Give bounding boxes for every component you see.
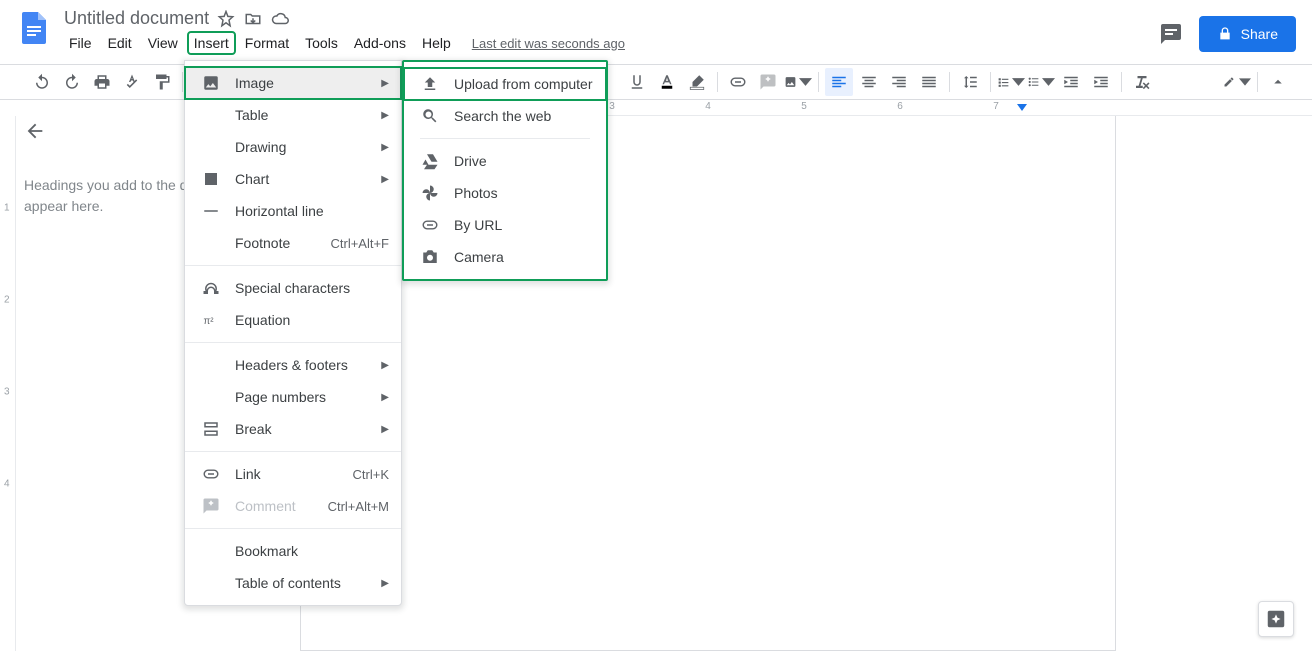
search-icon <box>420 107 440 125</box>
cloud-status-icon[interactable] <box>271 10 289 28</box>
share-label: Share <box>1241 26 1278 42</box>
insert-comment: Comment Ctrl+Alt+M <box>185 490 401 522</box>
paint-format-button[interactable] <box>148 68 176 96</box>
undo-button[interactable] <box>28 68 56 96</box>
menubar: File Edit View Insert Format Tools Add-o… <box>60 31 1157 55</box>
add-comment-button[interactable] <box>754 68 782 96</box>
image-by-url[interactable]: By URL <box>404 209 606 241</box>
submenu-arrow-icon: ▶ <box>381 578 389 589</box>
vertical-ruler[interactable]: 1 2 3 4 <box>0 116 16 651</box>
image-search-web[interactable]: Search the web <box>404 100 606 132</box>
insert-link[interactable]: Link Ctrl+K <box>185 458 401 490</box>
insert-headers-footers[interactable]: Headers & footers▶ <box>185 349 401 381</box>
camera-icon <box>420 248 440 266</box>
link-icon <box>420 216 440 234</box>
line-spacing-button[interactable] <box>956 68 984 96</box>
align-right-button[interactable] <box>885 68 913 96</box>
insert-bookmark[interactable]: Bookmark <box>185 535 401 567</box>
submenu-arrow-icon: ▶ <box>381 142 389 153</box>
explore-button[interactable] <box>1258 601 1294 637</box>
align-justify-button[interactable] <box>915 68 943 96</box>
insert-footnote[interactable]: Footnote Ctrl+Alt+F <box>185 227 401 259</box>
clear-formatting-button[interactable] <box>1128 68 1156 96</box>
menu-file[interactable]: File <box>62 31 99 55</box>
text-color-button[interactable] <box>653 68 681 96</box>
redo-button[interactable] <box>58 68 86 96</box>
horizontal-line-icon <box>201 202 221 220</box>
insert-equation[interactable]: π² Equation <box>185 304 401 336</box>
equation-icon: π² <box>201 311 221 329</box>
increase-indent-button[interactable] <box>1087 68 1115 96</box>
menu-addons[interactable]: Add-ons <box>347 31 413 55</box>
insert-page-numbers[interactable]: Page numbers▶ <box>185 381 401 413</box>
spellcheck-button[interactable] <box>118 68 146 96</box>
drive-icon <box>420 152 440 170</box>
link-icon <box>201 465 221 483</box>
insert-break[interactable]: Break▶ <box>185 413 401 445</box>
submenu-arrow-icon: ▶ <box>381 424 389 435</box>
submenu-arrow-icon: ▶ <box>381 360 389 371</box>
last-edit-link[interactable]: Last edit was seconds ago <box>472 36 625 51</box>
right-margin-indicator-icon[interactable] <box>1017 104 1027 111</box>
underline-button[interactable] <box>623 68 651 96</box>
menu-tools[interactable]: Tools <box>298 31 345 55</box>
insert-drawing[interactable]: Drawing▶ <box>185 131 401 163</box>
image-camera[interactable]: Camera <box>404 241 606 273</box>
image-upload-from-computer[interactable]: Upload from computer <box>404 68 606 100</box>
insert-special-characters[interactable]: Special characters <box>185 272 401 304</box>
submenu-arrow-icon: ▶ <box>381 392 389 403</box>
photos-icon <box>420 184 440 202</box>
menu-help[interactable]: Help <box>415 31 458 55</box>
image-drive[interactable]: Drive <box>404 145 606 177</box>
image-icon <box>201 74 221 92</box>
insert-table-of-contents[interactable]: Table of contents▶ <box>185 567 401 599</box>
collapse-toolbar-button[interactable] <box>1264 68 1292 96</box>
image-photos[interactable]: Photos <box>404 177 606 209</box>
print-button[interactable] <box>88 68 116 96</box>
align-center-button[interactable] <box>855 68 883 96</box>
comment-icon <box>201 497 221 515</box>
insert-chart[interactable]: Chart▶ <box>185 163 401 195</box>
menu-edit[interactable]: Edit <box>101 31 139 55</box>
insert-image-button[interactable] <box>784 68 812 96</box>
insert-image-submenu: Upload from computer Search the web Driv… <box>402 60 608 281</box>
submenu-arrow-icon: ▶ <box>381 78 389 89</box>
document-title[interactable]: Untitled document <box>64 8 209 29</box>
insert-link-button[interactable] <box>724 68 752 96</box>
decrease-indent-button[interactable] <box>1057 68 1085 96</box>
insert-menu: Image▶ Table▶ Drawing▶ Chart▶ Horizontal… <box>184 60 402 606</box>
align-left-button[interactable] <box>825 68 853 96</box>
open-comments-button[interactable] <box>1157 20 1185 48</box>
insert-horizontal-line[interactable]: Horizontal line <box>185 195 401 227</box>
chart-icon <box>201 170 221 188</box>
submenu-arrow-icon: ▶ <box>381 174 389 185</box>
omega-icon <box>201 279 221 297</box>
insert-image[interactable]: Image▶ <box>185 67 401 99</box>
upload-icon <box>420 75 440 93</box>
highlight-color-button[interactable] <box>683 68 711 96</box>
insert-table[interactable]: Table▶ <box>185 99 401 131</box>
editing-mode-button[interactable] <box>1223 68 1251 96</box>
break-icon <box>201 420 221 438</box>
submenu-arrow-icon: ▶ <box>381 110 389 121</box>
menu-format[interactable]: Format <box>238 31 296 55</box>
share-button[interactable]: Share <box>1199 16 1296 52</box>
checklist-button[interactable] <box>997 68 1025 96</box>
svg-text:π²: π² <box>204 316 215 327</box>
docs-logo[interactable] <box>14 8 54 48</box>
menu-insert[interactable]: Insert <box>187 31 236 55</box>
bulleted-list-button[interactable] <box>1027 68 1055 96</box>
menu-view[interactable]: View <box>141 31 185 55</box>
star-icon[interactable] <box>217 10 235 28</box>
move-icon[interactable] <box>244 10 262 28</box>
